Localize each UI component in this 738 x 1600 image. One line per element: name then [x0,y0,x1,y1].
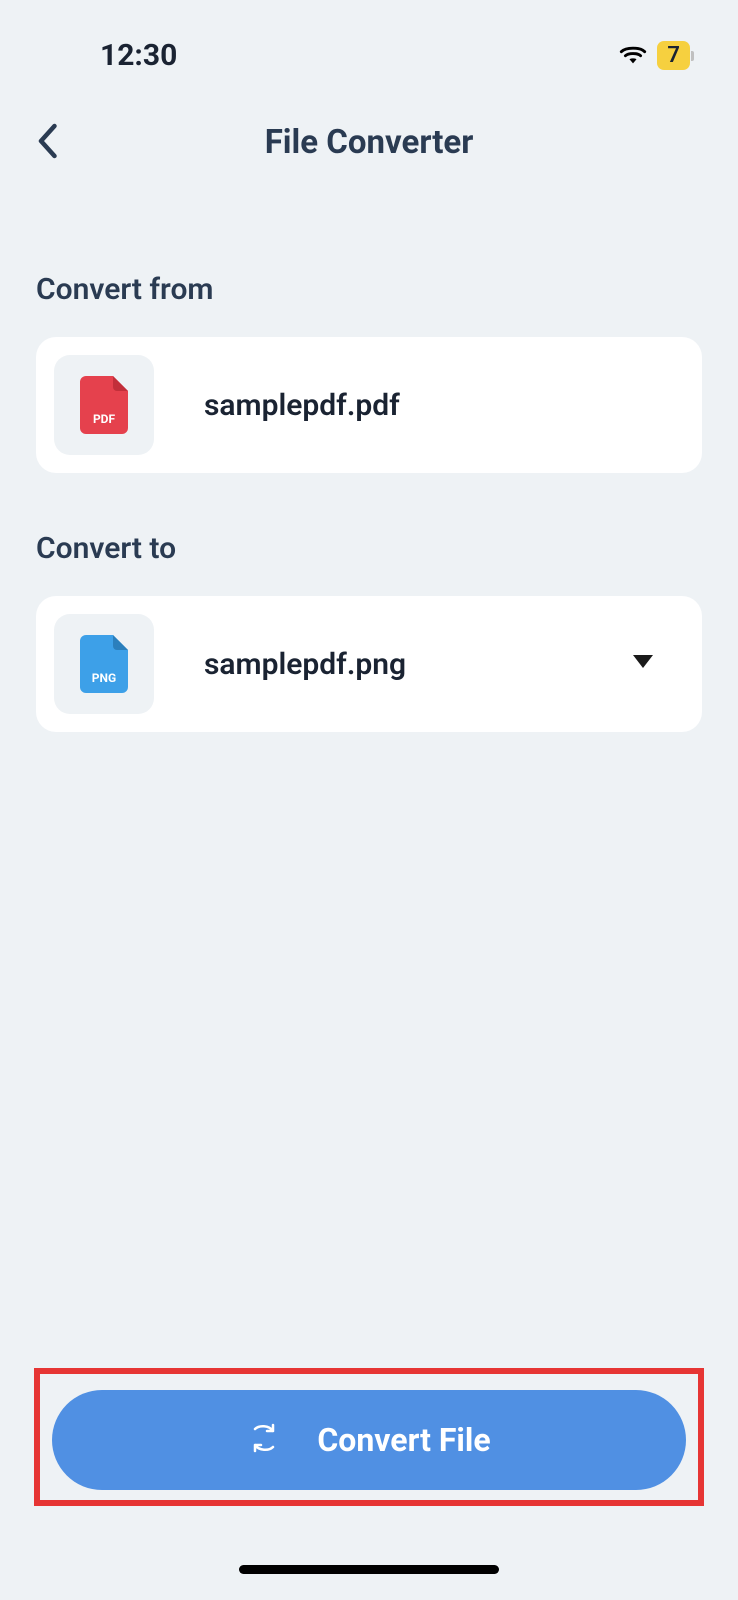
back-button[interactable] [36,123,58,163]
header: File Converter [0,93,738,192]
chevron-down-icon[interactable] [630,652,656,676]
page-title: File Converter [36,123,702,162]
file-icon-container: PDF [54,355,154,455]
battery-level: 7 [667,43,680,68]
content: Convert from PDF samplepdf.pdf Convert t… [0,192,738,732]
convert-file-button[interactable]: Convert File [52,1390,686,1490]
target-file-name: samplepdf.png [204,647,630,682]
convert-button-label: Convert File [317,1421,490,1459]
file-extension-label: PNG [92,671,116,685]
wifi-icon [619,43,647,69]
refresh-icon [247,1421,281,1459]
convert-to-label: Convert to [36,531,702,566]
convert-to-card[interactable]: PNG samplepdf.png [36,596,702,732]
home-indicator[interactable] [239,1565,499,1574]
source-file-name: samplepdf.pdf [204,388,684,423]
file-icon-container: PNG [54,614,154,714]
battery-indicator: 7 [657,41,690,70]
convert-from-card[interactable]: PDF samplepdf.pdf [36,337,702,473]
png-file-icon: PNG [80,635,128,693]
pdf-file-icon: PDF [80,376,128,434]
status-bar: 12:30 7 [0,0,738,93]
file-extension-label: PDF [93,412,115,426]
status-time: 12:30 [100,38,177,73]
convert-from-label: Convert from [36,272,702,307]
status-icons: 7 [619,41,690,70]
